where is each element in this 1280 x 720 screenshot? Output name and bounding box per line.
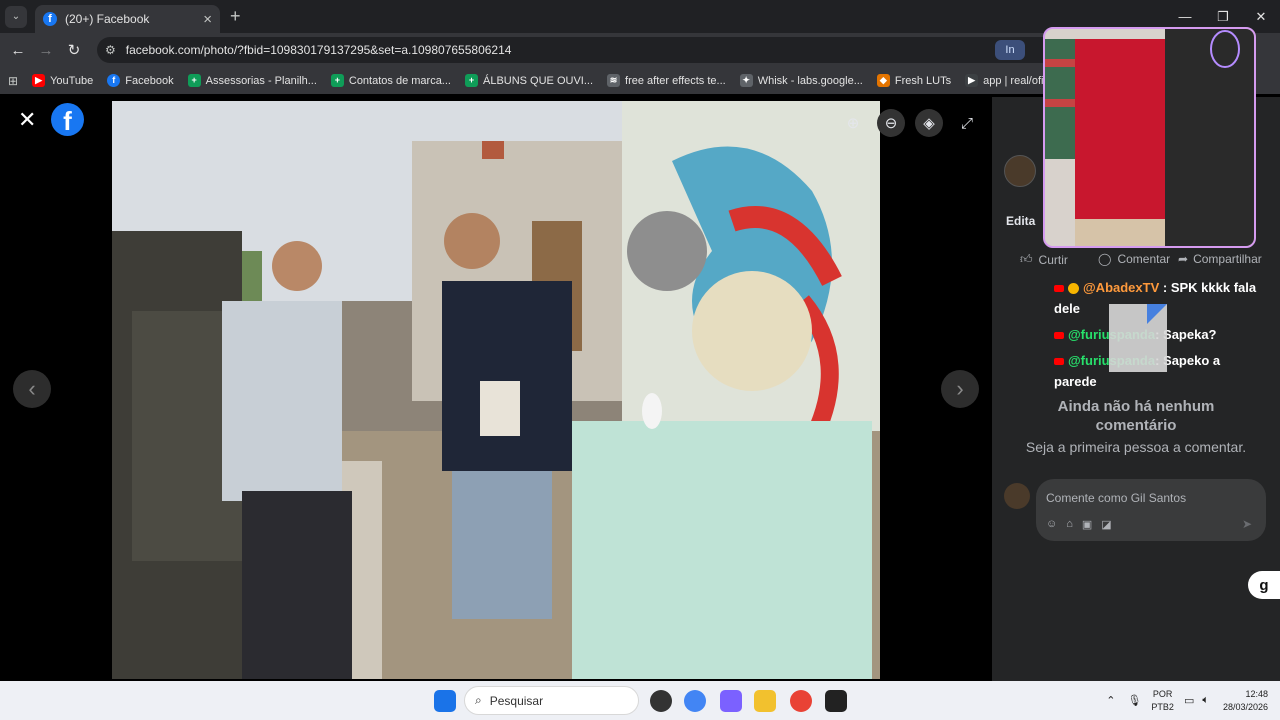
facebook-logo-icon[interactable]: f [51,103,84,136]
taskbar-search[interactable]: ⌕ Pesquisar [464,686,639,715]
youtube-icon: ▶ [32,74,46,87]
bookmark-item[interactable]: ◆ Fresh LUTs [876,74,951,87]
language-indicator[interactable]: POR PTB2 [1151,688,1174,714]
youtube-icon [1054,358,1064,366]
clock[interactable]: 12:48 28/03/2026 [1223,688,1268,714]
share-button[interactable]: ➦ Compartilhar [1178,252,1262,266]
url-text[interactable]: facebook.com/photo/?fbid=109830179137295… [126,43,512,57]
gif-icon[interactable]: ▣ [1082,518,1092,531]
comment-placeholder[interactable]: Comente como Gil Santos [1046,491,1186,505]
no-comments-subtitle: Seja a primeira pessoa a comentar. [1025,439,1247,455]
volume-icon[interactable]: 🔈︎ [1202,694,1209,707]
no-comments-title: Ainda não há nenhum comentário [1057,398,1215,434]
street-photo-illustration [112,101,880,679]
fullscreen-icon[interactable]: ⤢ [953,109,981,137]
app-icon[interactable] [650,690,672,712]
youtube-icon [1054,332,1064,340]
bookmark-item[interactable]: ≋ free after effects te... [607,74,726,87]
play-icon: ▶ [965,74,979,87]
camera-icon[interactable]: ⌂ [1066,518,1073,531]
send-icon[interactable]: ➤ [1242,517,1252,531]
badge-icon [1068,283,1079,295]
apps-grid-icon[interactable]: ⊞ [8,74,18,88]
forward-button[interactable]: → [32,42,60,59]
close-viewer-icon[interactable]: ✕ [18,107,36,133]
document-icon [1109,304,1167,372]
bookmark-item[interactable]: ▶ YouTube [32,74,93,87]
chrome-profile-icon[interactable] [790,690,812,712]
zoom-out-icon[interactable]: ⊖ [877,109,905,137]
comment-button[interactable]: ◯ Comentar [1098,252,1170,266]
site-info-icon[interactable]: ⚙ [105,43,116,57]
back-button[interactable]: ← [4,42,32,59]
app-icon[interactable] [720,690,742,712]
tab-search-button[interactable]: ⌄ [5,5,27,28]
bookmark-item[interactable]: f Facebook [107,74,174,87]
bookmark-item[interactable]: ✦ Whisk - labs.google... [739,74,863,87]
previous-photo-button[interactable]: ‹ [13,370,51,408]
reload-button[interactable]: ↻ [60,41,88,59]
chrome-icon[interactable] [684,690,706,712]
youtube-icon [1054,285,1064,293]
edit-button[interactable]: Edita [1006,214,1035,228]
start-button-icon[interactable] [434,690,456,712]
search-icon: ⌕ [475,693,482,707]
sticker-icon[interactable]: ◪ [1101,518,1111,531]
sheets-icon: + [330,74,344,87]
link-icon: ≋ [607,74,621,87]
bookmark-item[interactable]: + Assessorias - Planilh... [187,74,317,87]
like-button[interactable]: 👍︎ Curtir [1020,252,1068,267]
zoom-in-icon[interactable]: ⊕ [839,109,867,137]
webcam-overlay [1043,27,1256,248]
file-explorer-icon[interactable] [754,690,776,712]
grammarly-button[interactable]: g [1248,571,1280,599]
comment-icon: ◯ [1098,252,1112,266]
tab-facebook[interactable]: f (20+) Facebook × [35,5,220,33]
user-avatar[interactable] [1004,483,1030,509]
sheets-icon: + [187,74,201,87]
next-photo-button[interactable]: › [941,370,979,408]
page-avatar[interactable] [1004,155,1036,187]
thumbs-up-icon: 👍︎ [1020,252,1033,266]
bookmark-item[interactable]: + ÁLBUNS QUE OUVI... [464,74,593,87]
photo-viewer: ✕ f ⊕ ⊖ ◈ ⤢ ‹ › [0,97,992,681]
system-tray: ⌃ 🎙︎ POR PTB2 ▭ 🔈︎ 12:48 28/03/2026 [1106,681,1268,720]
post-actions: 👍︎ Curtir ◯ Comentar ➦ Compartilhar [992,252,1280,272]
network-icon[interactable]: ▭ [1184,694,1194,707]
close-tab-icon[interactable]: × [203,11,212,28]
new-tab-button[interactable]: + [230,6,241,27]
bookmark-item[interactable]: + Contatos de marca... [330,74,451,87]
webcam-feed-illustration [1045,29,1254,246]
chevron-up-icon[interactable]: ⌃ [1106,694,1115,707]
share-icon: ➦ [1178,252,1189,266]
taskbar: ⌕ Pesquisar ⌃ 🎙︎ POR PTB2 ▭ 🔈︎ 12:48 28/… [0,681,1280,720]
comment-input[interactable]: Comente como Gil Santos ☺ ⌂ ▣ ◪ ➤ [1036,479,1266,541]
sheets-icon: + [464,74,478,87]
tab-title: (20+) Facebook [65,12,150,26]
emoji-icon[interactable]: ☺ [1046,518,1057,531]
extension-button[interactable]: In [995,40,1025,60]
microphone-icon[interactable]: 🎙︎ [1127,694,1141,707]
facebook-icon: f [107,74,121,87]
whisk-icon: ✦ [739,74,753,87]
terminal-icon[interactable] [825,690,847,712]
photo [112,101,880,679]
tag-icon[interactable]: ◈ [915,109,943,137]
facebook-favicon-icon: f [43,12,57,26]
lut-icon: ◆ [876,74,890,87]
comment-tools: ☺ ⌂ ▣ ◪ [1046,518,1112,531]
